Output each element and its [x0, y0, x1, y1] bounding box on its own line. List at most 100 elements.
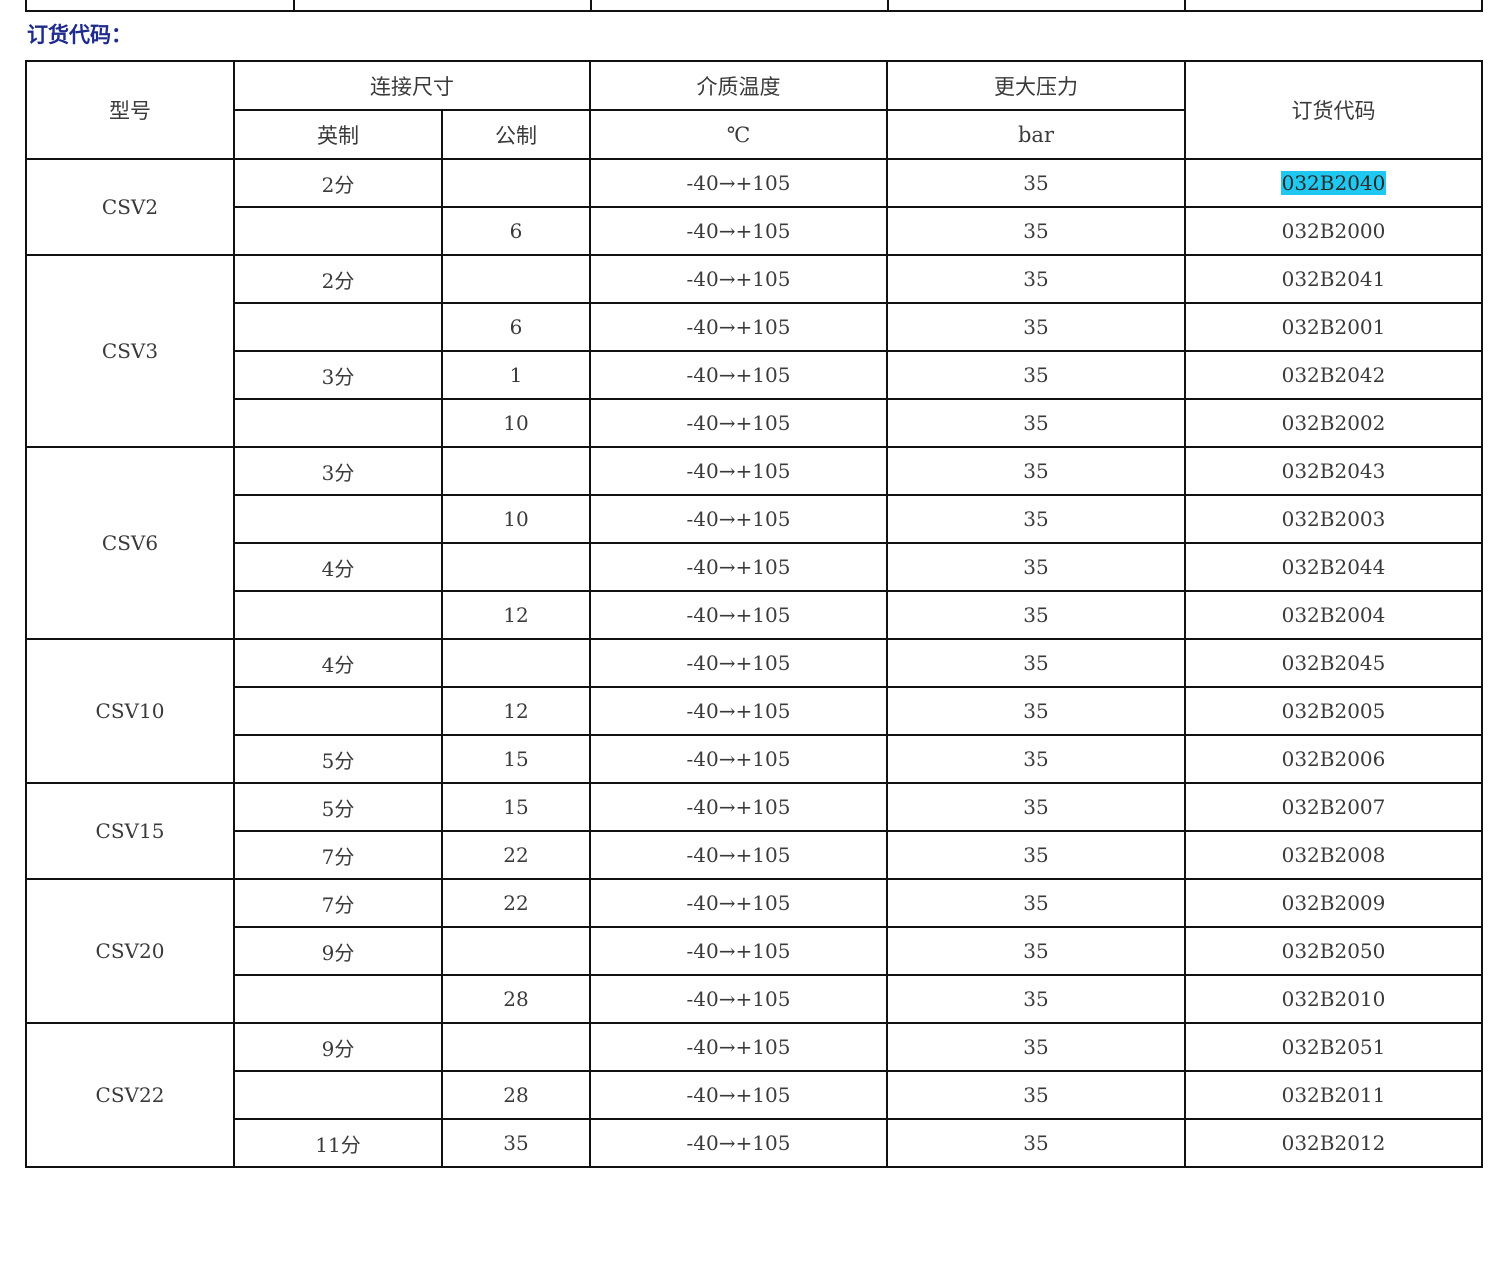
- previous-table-fragment: [25, 0, 1483, 12]
- table-row: 10 -40→+105 35 032B2003: [26, 494, 1483, 544]
- table-row: 3分 1 -40→+105 35 032B2042: [26, 350, 1483, 400]
- order-code-cell: 032B2000: [1184, 206, 1483, 256]
- table-row: CSV10 4分 -40→+105 35 032B2045: [25, 638, 1483, 784]
- media-temp-cell: -40→+105: [589, 878, 888, 928]
- header-pressure-unit: bar: [886, 109, 1186, 160]
- max-pressure-cell: 35: [886, 206, 1186, 256]
- metric-size-cell: [441, 158, 591, 208]
- table-row: 12 -40→+105 35 032B2005: [26, 686, 1483, 736]
- header-media-temp: 介质温度: [589, 60, 888, 111]
- order-code-cell: 032B2041: [1184, 254, 1483, 304]
- header-max-pressure: 更大压力: [886, 60, 1186, 111]
- imperial-size-cell: 9分: [233, 1022, 443, 1072]
- max-pressure-cell: 35: [886, 926, 1186, 976]
- media-temp-cell: -40→+105: [589, 974, 888, 1024]
- metric-size-cell: 28: [441, 1070, 591, 1120]
- table-body: CSV2 2分 -40→+105 35 032B2040 6 -40→+105 35 032B2…: [25, 158, 1483, 1168]
- order-code-cell: 032B2045: [1184, 638, 1483, 688]
- table-row: 28 -40→+105 35 032B2010: [26, 974, 1483, 1024]
- max-pressure-cell: 35: [886, 734, 1186, 784]
- max-pressure-cell: 35: [886, 830, 1186, 880]
- order-code-cell: 032B2011: [1184, 1070, 1483, 1120]
- table-row: CSV3 2分 -40→+105 35 032B2041: [25, 254, 1483, 448]
- table-row: CSV20 7分 22 -40→+105 35 032B2009: [25, 878, 1483, 1024]
- table-row: 5分 15 -40→+105 35 032B2006: [26, 734, 1483, 784]
- section-title: 订货代码：: [27, 23, 132, 47]
- media-temp-cell: -40→+105: [589, 590, 888, 640]
- order-code-cell: 032B2010: [1184, 974, 1483, 1024]
- order-code-cell: 032B2050: [1184, 926, 1483, 976]
- metric-size-cell: [441, 542, 591, 592]
- media-temp-cell: -40→+105: [589, 686, 888, 736]
- previous-table-cell: [25, 0, 295, 12]
- media-temp-cell: -40→+105: [589, 830, 888, 880]
- media-temp-cell: -40→+105: [589, 350, 888, 400]
- media-temp-cell: -40→+105: [589, 254, 888, 304]
- order-code-cell: 032B2004: [1184, 590, 1483, 640]
- max-pressure-cell: 35: [886, 302, 1186, 352]
- imperial-size-cell: [233, 398, 443, 448]
- imperial-size-cell: 11分: [233, 1118, 443, 1168]
- order-code-cell: 032B2006: [1184, 734, 1483, 784]
- max-pressure-cell: 35: [886, 1118, 1186, 1168]
- order-code-cell: 032B2042: [1184, 350, 1483, 400]
- header-connection-size: 连接尺寸: [233, 60, 591, 111]
- table-row: 6 -40→+105 35 032B2000: [26, 206, 1483, 256]
- media-temp-cell: -40→+105: [589, 494, 888, 544]
- table-row: 12 -40→+105 35 032B2004: [26, 590, 1483, 640]
- table-row: 10 -40→+105 35 032B2002: [26, 398, 1483, 448]
- imperial-size-cell: 4分: [233, 542, 443, 592]
- metric-size-cell: 22: [441, 830, 591, 880]
- media-temp-cell: -40→+105: [589, 638, 888, 688]
- media-temp-cell: -40→+105: [589, 1118, 888, 1168]
- previous-table-cell: [887, 0, 1186, 12]
- metric-size-cell: 15: [441, 782, 591, 832]
- imperial-size-cell: [233, 974, 443, 1024]
- highlighted-order-code: 032B2040: [1280, 171, 1387, 195]
- order-code-cell: 032B2012: [1184, 1118, 1483, 1168]
- media-temp-cell: -40→+105: [589, 398, 888, 448]
- model-cell: CSV2: [25, 158, 235, 256]
- media-temp-cell: -40→+105: [589, 1022, 888, 1072]
- max-pressure-cell: 35: [886, 686, 1186, 736]
- max-pressure-cell: 35: [886, 782, 1186, 832]
- order-code-cell: 032B2007: [1184, 782, 1483, 832]
- max-pressure-cell: 35: [886, 398, 1186, 448]
- metric-size-cell: [441, 1022, 591, 1072]
- order-code-cell: 032B2005: [1184, 686, 1483, 736]
- table-row: CSV6 3分 -40→+105 35 032B2043: [25, 446, 1483, 640]
- media-temp-cell: -40→+105: [589, 782, 888, 832]
- media-temp-cell: -40→+105: [589, 926, 888, 976]
- imperial-size-cell: 2分: [233, 254, 443, 304]
- max-pressure-cell: 35: [886, 254, 1186, 304]
- metric-size-cell: 12: [441, 686, 591, 736]
- table-row: 4分 -40→+105 35 032B2044: [26, 542, 1483, 592]
- max-pressure-cell: 35: [886, 158, 1186, 208]
- imperial-size-cell: 7分: [233, 830, 443, 880]
- order-code-cell: 032B2040: [1184, 158, 1483, 208]
- max-pressure-cell: 35: [886, 446, 1186, 496]
- order-code-cell: 032B2003: [1184, 494, 1483, 544]
- max-pressure-cell: 35: [886, 542, 1186, 592]
- order-code-cell: 032B2051: [1184, 1022, 1483, 1072]
- order-code-cell: 032B2009: [1184, 878, 1483, 928]
- imperial-size-cell: [233, 302, 443, 352]
- previous-table-cell: [293, 0, 592, 12]
- imperial-size-cell: 5分: [233, 734, 443, 784]
- header-model: 型号: [25, 60, 235, 160]
- table-row: 6 -40→+105 35 032B2001: [26, 302, 1483, 352]
- header-imperial: 英制: [233, 109, 443, 160]
- metric-size-cell: 35: [441, 1118, 591, 1168]
- order-code-cell: 032B2043: [1184, 446, 1483, 496]
- imperial-size-cell: 5分: [233, 782, 443, 832]
- previous-table-cell: [1184, 0, 1483, 12]
- model-cell: CSV22: [25, 1022, 235, 1168]
- table-row: CSV15 5分 15 -40→+105 35 032B2007: [25, 782, 1483, 880]
- metric-size-cell: 12: [441, 590, 591, 640]
- order-code-cell: 032B2044: [1184, 542, 1483, 592]
- metric-size-cell: 22: [441, 878, 591, 928]
- metric-size-cell: 6: [441, 302, 591, 352]
- metric-size-cell: 28: [441, 974, 591, 1024]
- model-cell: CSV3: [25, 254, 235, 448]
- imperial-size-cell: 9分: [233, 926, 443, 976]
